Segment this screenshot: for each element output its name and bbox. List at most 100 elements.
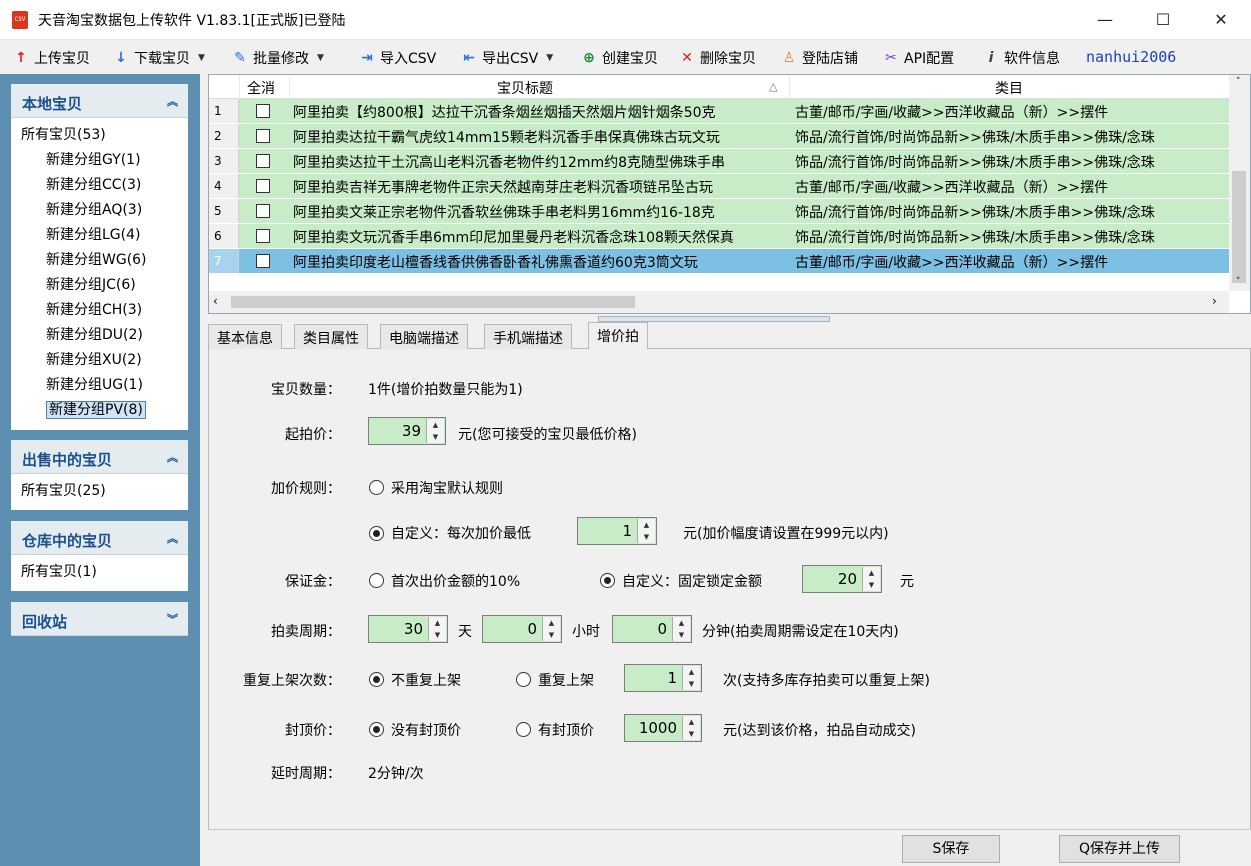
row-checkbox[interactable] [256, 129, 270, 143]
panel-header-local[interactable]: 本地宝贝 ︽ [11, 84, 188, 118]
title-column-header[interactable]: 宝贝标题 [497, 78, 553, 98]
spin-arrows-icon[interactable]: ▲ ▼ [672, 617, 690, 641]
table-row-selected[interactable]: 7 阿里拍卖印度老山檀香线香供佛香卧香礼佛熏香道约60克3筒文玩 古董/邮币/字画/… [209, 249, 1229, 274]
vertical-scrollbar[interactable]: ˄ ˅ [1229, 75, 1250, 291]
horizontal-scrollbar[interactable]: ‹ › [209, 291, 1229, 313]
window-title: 天音淘宝数据包上传软件 V1.83.1[正式版]已登陆 [38, 13, 346, 29]
table-row[interactable]: 3 阿里拍卖达拉干土沉高山老料沉香老物件约12mm约8克随型佛珠手串 饰品/流行首饰… [209, 149, 1229, 174]
group-item-selected[interactable]: 新建分组PV(8) [11, 398, 188, 423]
cap-yes-radio[interactable] [516, 722, 531, 737]
vertical-scroll-thumb[interactable] [1232, 171, 1246, 283]
group-item[interactable]: 新建分组AQ(3) [11, 198, 188, 223]
delete-button[interactable]: ✕ 删除宝贝 [678, 47, 756, 69]
collapse-icon[interactable]: ︽ [167, 449, 178, 465]
panel-header-on-sale[interactable]: 出售中的宝贝 ︽ [11, 440, 188, 474]
spin-arrows-icon[interactable]: ▲ ▼ [426, 419, 444, 443]
scroll-down-icon[interactable]: ˅ [1236, 277, 1241, 287]
software-info-button[interactable]: i 软件信息 [982, 47, 1060, 69]
login-shop-button[interactable]: ♙ 登陆店铺 [780, 47, 858, 69]
cap-price-stepper[interactable]: 1000 ▲ ▼ [624, 714, 702, 742]
local-all-items[interactable]: 所有宝贝(53) [11, 123, 188, 148]
dropdown-caret-icon[interactable]: ▼ [546, 53, 553, 63]
horizontal-scroll-thumb[interactable] [231, 296, 635, 308]
spin-arrows-icon[interactable]: ▲ ▼ [637, 519, 655, 543]
row-checkbox[interactable] [256, 104, 270, 118]
group-item[interactable]: 新建分组GY(1) [11, 148, 188, 173]
period-days-stepper[interactable]: 30 ▲ ▼ [368, 615, 448, 643]
spin-arrows-icon[interactable]: ▲ ▼ [682, 666, 700, 690]
collapse-icon[interactable]: ︽ [167, 530, 178, 546]
download-button[interactable]: ↓ 下载宝贝 ▼ [112, 47, 205, 69]
relist-yes-radio[interactable] [516, 672, 531, 687]
group-item[interactable]: 新建分组WG(6) [11, 248, 188, 273]
local-items-panel: 本地宝贝 ︽ 所有宝贝(53) 新建分组GY(1) 新建分组CC(3) 新建分组A… [11, 84, 188, 430]
table-row[interactable]: 1 阿里拍卖【约800根】达拉干沉香条烟丝烟插天然烟片烟针烟条50克 古董/邮币/字… [209, 99, 1229, 124]
row-checkbox[interactable] [256, 204, 270, 218]
import-csv-button[interactable]: ⇥ 导入CSV [358, 47, 436, 69]
save-upload-button[interactable]: Q保存并上传 [1059, 835, 1180, 863]
maximize-button[interactable]: ☐ [1134, 0, 1192, 40]
relist-count-stepper[interactable]: 1 ▲ ▼ [624, 664, 702, 692]
row-checkbox[interactable] [256, 254, 270, 268]
row-checkbox[interactable] [256, 154, 270, 168]
warehouse-all-items[interactable]: 所有宝贝(1) [11, 560, 188, 585]
table-row[interactable]: 4 阿里拍卖吉祥无事牌老物件正宗天然越南芽庄老料沉香项链吊坠古玩 古董/邮币/字画/… [209, 174, 1229, 199]
item-category: 饰品/流行首饰/时尚饰品新>>佛珠/木质手串>>佛珠/念珠 [795, 130, 1155, 146]
panel-header-warehouse[interactable]: 仓库中的宝贝 ︽ [11, 521, 188, 555]
expand-icon[interactable]: ︾ [167, 611, 178, 627]
upload-button[interactable]: ↑ 上传宝贝 [12, 47, 90, 69]
minimize-button[interactable]: — [1076, 0, 1134, 40]
deposit-percent-radio[interactable] [369, 573, 384, 588]
save-button[interactable]: S保存 [902, 835, 1000, 863]
tab-mobile-description[interactable]: 手机端描述 [484, 324, 572, 349]
cap-yes-label: 有封顶价 [538, 723, 594, 739]
tab-category-attrs[interactable]: 类目属性 [294, 324, 368, 349]
tab-pc-description[interactable]: 电脑端描述 [380, 324, 468, 349]
rule-default-radio[interactable] [369, 480, 384, 495]
on-sale-all-items[interactable]: 所有宝贝(25) [11, 479, 188, 504]
period-hours-stepper[interactable]: 0 ▲ ▼ [482, 615, 562, 643]
cap-none-radio[interactable] [369, 722, 384, 737]
spin-arrows-icon[interactable]: ▲ ▼ [862, 567, 880, 591]
table-row[interactable]: 5 阿里拍卖文莱正宗老物件沉香软丝佛珠手串老料男16mm约16-18克 饰品/流行首… [209, 199, 1229, 224]
panel-header-recycle[interactable]: 回收站 ︾ [11, 602, 188, 636]
table-row[interactable]: 2 阿里拍卖达拉干霸气虎纹14mm15颗老料沉香手串保真佛珠古玩文玩 饰品/流行首饰… [209, 124, 1229, 149]
start-price-stepper[interactable]: 39 ▲ ▼ [368, 417, 446, 445]
group-item[interactable]: 新建分组LG(4) [11, 223, 188, 248]
api-config-button[interactable]: ✂ API配置 [882, 47, 954, 69]
group-item[interactable]: 新建分组XU(2) [11, 348, 188, 373]
scroll-left-icon[interactable]: ‹ [213, 294, 218, 308]
scroll-up-icon[interactable]: ˄ [1236, 77, 1241, 87]
deposit-custom-radio[interactable] [600, 573, 615, 588]
dropdown-caret-icon[interactable]: ▼ [198, 53, 205, 63]
stepper-value: 0 [527, 620, 537, 638]
rule-increment-stepper[interactable]: 1 ▲ ▼ [577, 517, 657, 545]
scroll-right-icon[interactable]: › [1212, 294, 1217, 308]
group-item[interactable]: 新建分组JC(6) [11, 273, 188, 298]
deposit-amount-stepper[interactable]: 20 ▲ ▼ [802, 565, 882, 593]
group-item[interactable]: 新建分组DU(2) [11, 323, 188, 348]
spin-arrows-icon[interactable]: ▲ ▼ [542, 617, 560, 641]
row-checkbox[interactable] [256, 229, 270, 243]
dropdown-caret-icon[interactable]: ▼ [317, 53, 324, 63]
sort-icon[interactable]: △ [769, 80, 777, 93]
close-button[interactable]: ✕ [1192, 0, 1250, 40]
check-all-header[interactable]: 全消 [247, 78, 275, 98]
row-checkbox[interactable] [256, 179, 270, 193]
period-minutes-stepper[interactable]: 0 ▲ ▼ [612, 615, 692, 643]
category-column-header[interactable]: 类目 [995, 78, 1023, 98]
collapse-icon[interactable]: ︽ [167, 93, 178, 109]
spin-arrows-icon[interactable]: ▲ ▼ [682, 716, 700, 740]
export-csv-button[interactable]: ⇤ 导出CSV ▼ [460, 47, 553, 69]
spin-arrows-icon[interactable]: ▲ ▼ [428, 617, 446, 641]
rule-custom-radio[interactable] [369, 526, 384, 541]
group-item[interactable]: 新建分组UG(1) [11, 373, 188, 398]
batch-edit-button[interactable]: ✎ 批量修改 ▼ [231, 47, 324, 69]
tab-basic-info[interactable]: 基本信息 [208, 324, 282, 349]
group-item[interactable]: 新建分组CH(3) [11, 298, 188, 323]
group-item[interactable]: 新建分组CC(3) [11, 173, 188, 198]
tab-auction[interactable]: 增价拍 [588, 322, 648, 350]
relist-no-radio[interactable] [369, 672, 384, 687]
create-button[interactable]: ⊕ 创建宝贝 [580, 47, 658, 69]
table-row[interactable]: 6 阿里拍卖文玩沉香手串6mm印尼加里曼丹老料沉香念珠108颗天然保真 饰品/流行首… [209, 224, 1229, 249]
